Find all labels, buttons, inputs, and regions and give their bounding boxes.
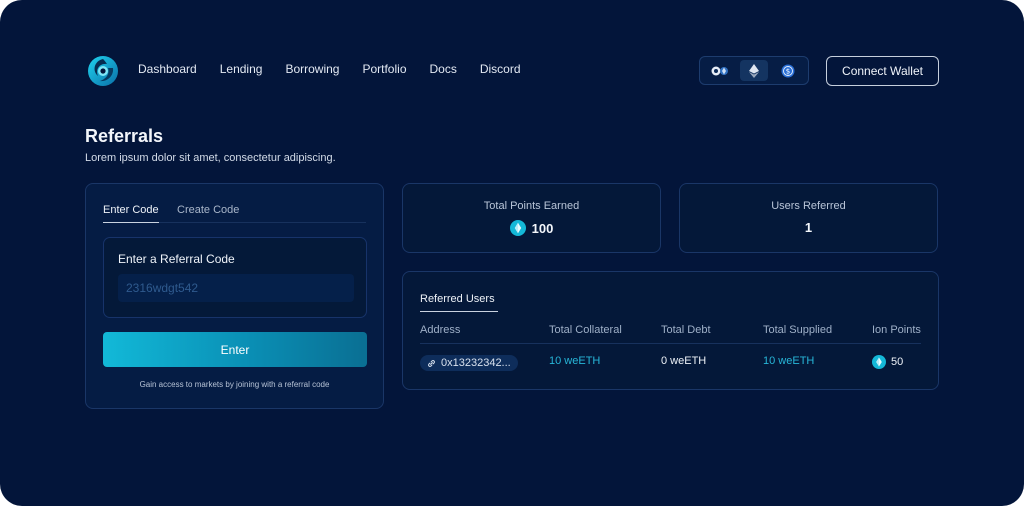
tab-enter-code[interactable]: Enter Code xyxy=(103,204,159,223)
users-referred-card: Users Referred 1 xyxy=(679,183,938,253)
cell-debt: 0 weETH xyxy=(661,355,707,367)
nav-lending[interactable]: Lending xyxy=(220,62,263,76)
tab-referred-users[interactable]: Referred Users xyxy=(420,293,498,312)
app-frame: Dashboard Lending Borrowing Portfolio Do… xyxy=(0,0,1024,506)
nav-borrowing[interactable]: Borrowing xyxy=(285,62,339,76)
link-icon xyxy=(428,359,435,367)
users-referred-value-row: 1 xyxy=(680,220,937,235)
cell-address: 0x13232342... xyxy=(420,355,518,371)
connect-wallet-button[interactable]: Connect Wallet xyxy=(826,56,939,86)
nav-docs[interactable]: Docs xyxy=(430,62,457,76)
referral-code-input[interactable] xyxy=(118,274,354,302)
cell-supplied: 10 weETH xyxy=(763,355,815,367)
usdc-icon: $ xyxy=(781,64,795,77)
nav-portfolio[interactable]: Portfolio xyxy=(362,62,406,76)
ion-token-icon xyxy=(872,355,886,369)
cell-collateral: 10 weETH xyxy=(549,355,601,367)
chain-option-ethereum[interactable] xyxy=(740,60,768,81)
users-referred-value: 1 xyxy=(804,220,813,235)
col-total-supplied: Total Supplied xyxy=(763,324,833,336)
multichain-icon xyxy=(711,66,728,75)
code-tabs: Enter Code Create Code xyxy=(103,204,366,223)
col-total-debt: Total Debt xyxy=(661,324,711,336)
col-total-collateral: Total Collateral xyxy=(549,324,622,336)
referral-code-panel: Enter Code Create Code Enter a Referral … xyxy=(85,183,384,409)
col-ion-points: Ion Points xyxy=(872,324,921,336)
main-nav: Dashboard Lending Borrowing Portfolio Do… xyxy=(138,62,521,76)
nav-dashboard[interactable]: Dashboard xyxy=(138,62,197,76)
table-header: Address Total Collateral Total Debt Tota… xyxy=(420,324,921,344)
col-address: Address xyxy=(420,324,461,336)
ion-points-value: 50 xyxy=(891,356,904,368)
enter-button[interactable]: Enter xyxy=(103,332,367,367)
chain-option-usdc[interactable]: $ xyxy=(774,60,802,81)
cell-ion-points: 50 xyxy=(872,355,903,369)
total-points-card: Total Points Earned 100 xyxy=(402,183,661,253)
referred-users-panel: Referred Users Address Total Collateral … xyxy=(402,271,939,390)
total-points-label: Total Points Earned xyxy=(483,200,580,212)
ion-token-icon xyxy=(509,220,526,236)
referral-hint: Gain access to markets by joining with a… xyxy=(139,380,330,389)
chain-switcher: $ xyxy=(699,56,809,85)
swirl-logo-icon[interactable] xyxy=(86,54,120,88)
page-title: Referrals xyxy=(85,126,164,146)
address-text: 0x13232342... xyxy=(441,357,511,369)
total-points-value: 100 xyxy=(531,220,554,236)
ethereum-icon xyxy=(749,63,759,78)
address-pill[interactable]: 0x13232342... xyxy=(420,355,518,371)
tab-create-code[interactable]: Create Code xyxy=(177,204,239,216)
svg-text:$: $ xyxy=(786,67,790,75)
referral-code-box: Enter a Referral Code xyxy=(103,237,367,318)
users-referred-label: Users Referred xyxy=(771,200,846,212)
chain-option-multichain[interactable] xyxy=(706,60,734,81)
page-subtitle: Lorem ipsum dolor sit amet, consectetur … xyxy=(85,152,336,164)
referral-code-label: Enter a Referral Code xyxy=(118,252,235,266)
nav-discord[interactable]: Discord xyxy=(480,62,521,76)
table-row: 0x13232342... 10 weETH 0 weETH 10 weETH … xyxy=(420,355,921,377)
total-points-value-row: 100 xyxy=(403,220,660,236)
